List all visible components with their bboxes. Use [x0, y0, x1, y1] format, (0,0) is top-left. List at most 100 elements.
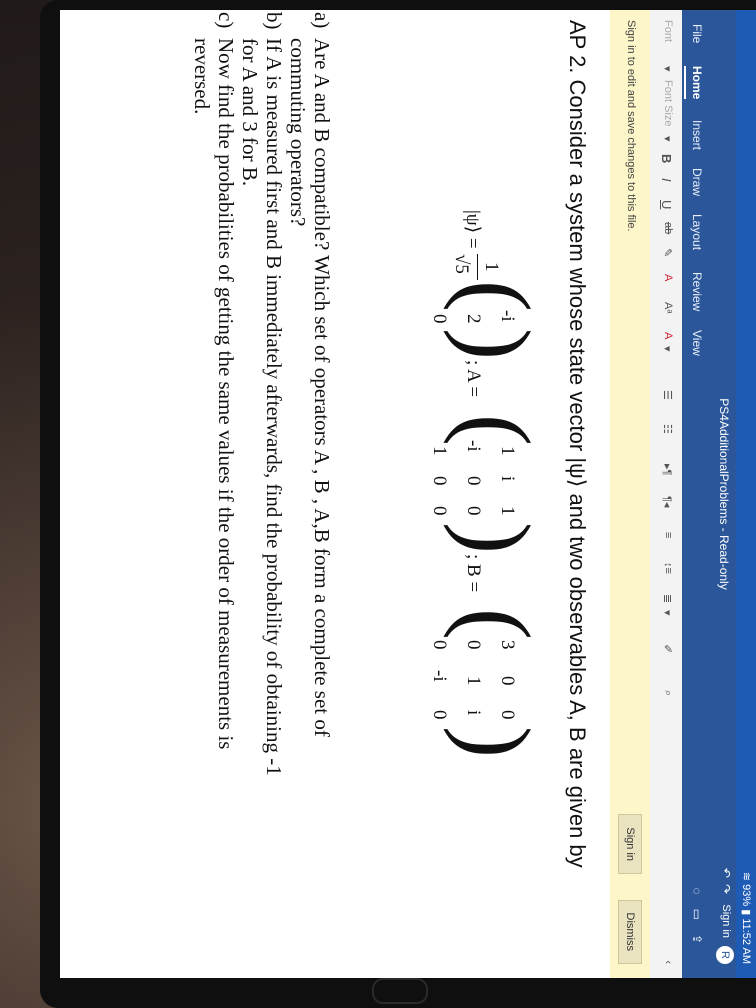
sign-in-button[interactable]: Sign in [618, 814, 642, 874]
psi-entry: -i [497, 310, 518, 322]
strikethrough-button[interactable]: ab [662, 222, 674, 234]
problem-heading: AP 2. Consider a system whose state vect… [565, 20, 590, 868]
psi-right-paren: ) [443, 328, 550, 360]
b-entry: i [463, 710, 484, 716]
underline-button[interactable]: U [659, 200, 674, 209]
italic-button[interactable]: I [659, 178, 674, 182]
battery-icon: ▮ [740, 909, 752, 916]
a-entry: -i [463, 440, 484, 452]
redo-icon[interactable]: ↷ [719, 884, 733, 900]
undo-icon[interactable]: ↶ [719, 868, 733, 884]
tablet-screen: ≋ 93% ▮ 11:52 AM PS4AdditionalProblems -… [60, 10, 756, 978]
read-only-notice: Sign in to edit and save changes to this… [609, 10, 650, 978]
b-entry: 3 [497, 640, 518, 650]
highlighter-icon[interactable]: ✎ [661, 248, 674, 257]
lightbulb-icon[interactable]: ◌ [690, 887, 704, 908]
font-color-button[interactable]: A [662, 274, 674, 281]
ribbon-right-icons: ◌▭⇪ [690, 887, 704, 958]
a-entry: 1 [497, 446, 518, 456]
frac-numerator: 1 [481, 262, 502, 272]
clock: 11:52 AM [740, 918, 752, 964]
home-button[interactable] [372, 978, 428, 1004]
battery-level: 93% [740, 884, 752, 907]
psi-entry: 0 [429, 314, 450, 324]
tab-layout[interactable]: Layout [690, 214, 704, 250]
status-indicators: ≋ 93% ▮ 11:52 AM [740, 872, 753, 964]
bold-button[interactable]: B [659, 154, 674, 163]
a-equals: ; A = [463, 360, 484, 398]
search-icon[interactable]: ⌕ [661, 690, 674, 696]
tab-insert[interactable]: Insert [690, 120, 704, 150]
align-icon[interactable]: ≡ [662, 532, 674, 538]
b-entry: 1 [463, 676, 484, 686]
question-b-line: for A and 3 for B. [238, 38, 262, 187]
b-equals: ; B = [463, 554, 484, 593]
quick-actions: ↶↷ [719, 868, 733, 900]
question-label-b: b) [262, 12, 286, 30]
tab-draw[interactable]: Draw [690, 168, 704, 196]
document-canvas[interactable]: AP 2. Consider a system whose state vect… [60, 10, 610, 978]
math-block: |ψ⟩ = 1 √5 ( -i 2 0 ) ; A = ( 1 i 1 -i 0 [386, 210, 550, 770]
wifi-icon: ≋ [740, 871, 752, 882]
a-entry: 0 [429, 476, 450, 486]
share-icon[interactable]: ⇪ [690, 934, 704, 958]
fraction-bar [477, 254, 478, 280]
numbering-icon[interactable]: ☷ [661, 424, 674, 434]
font-size-dropdown[interactable]: Font Size [662, 80, 674, 126]
psi-entry: 2 [463, 314, 484, 324]
collapse-ribbon-icon[interactable]: ‹ [662, 960, 674, 964]
a-entry: 1 [429, 446, 450, 456]
b-entry: 0 [429, 640, 450, 650]
psi-ket: |ψ⟩ = [462, 210, 483, 249]
a-entry: i [497, 476, 518, 482]
document-title: PS4AdditionalProblems - Read-only [717, 398, 731, 590]
question-label-c: c) [214, 12, 238, 29]
clear-format-icon[interactable]: Aᵃ [662, 302, 674, 313]
text-effects-button[interactable]: A [662, 332, 674, 339]
b-right-paren: ) [443, 726, 550, 758]
title-sign-in[interactable]: Sign in [720, 904, 732, 938]
status-bar: ≋ 93% ▮ 11:52 AM [736, 10, 756, 978]
text-effects-arrow[interactable]: ▾ [661, 346, 674, 352]
font-size-dropdown-arrow[interactable]: ▾ [661, 66, 674, 72]
tab-file[interactable]: File [690, 24, 704, 43]
ribbon-tabs: File Home Insert Draw Layout Review View… [682, 10, 712, 978]
b-entry: 0 [429, 710, 450, 720]
question-a-line: commuting operators? [286, 38, 310, 227]
word-app: ≋ 93% ▮ 11:52 AM PS4AdditionalProblems -… [60, 10, 756, 978]
line-spacing-icon[interactable]: ↕≡ [662, 562, 674, 574]
b-left-paren: ( [443, 608, 550, 640]
question-b-line: If A is measured first and B immediately… [262, 38, 286, 776]
b-entry: 0 [497, 710, 518, 720]
a-entry: 0 [463, 476, 484, 486]
tab-home[interactable]: Home [684, 66, 704, 100]
ltr-icon[interactable]: ▸¶ [661, 464, 674, 475]
b-entry: 0 [463, 640, 484, 650]
question-c-line: Now find the probabilities of getting th… [214, 38, 238, 750]
frac-denominator: √5 [451, 254, 472, 274]
bullets-icon[interactable]: ☰ [661, 390, 674, 400]
dismiss-button[interactable]: Dismiss [618, 899, 642, 964]
font-size-arrow[interactable]: ▾ [661, 136, 674, 142]
rtl-icon[interactable]: ¶◂ [661, 496, 674, 507]
device-background: ≋ 93% ▮ 11:52 AM PS4AdditionalProblems -… [0, 0, 756, 1008]
psi-left-paren: ( [443, 280, 550, 312]
a-right-paren: ) [443, 522, 550, 554]
a-entry: 0 [463, 506, 484, 516]
format-painter-icon[interactable]: ✐ [661, 644, 674, 653]
b-entry: -i [429, 670, 450, 682]
tab-review[interactable]: Review [690, 272, 704, 311]
avatar[interactable]: R [716, 946, 734, 964]
tab-view[interactable]: View [690, 330, 704, 356]
comment-icon[interactable]: ▭ [690, 909, 704, 934]
styles-icon[interactable]: ≣ [661, 594, 674, 603]
question-label-a: a) [310, 12, 334, 29]
question-c-line: reversed. [190, 38, 214, 115]
styles-arrow[interactable]: ▾ [661, 610, 674, 616]
a-entry: 0 [429, 506, 450, 516]
font-dropdown[interactable]: Font [662, 20, 674, 42]
a-entry: 1 [497, 506, 518, 516]
b-entry: 0 [497, 676, 518, 686]
notice-text: Sign in to edit and save changes to this… [625, 20, 637, 232]
ribbon-toolbar: Font ▾ Font Size ▾ B I U ab ✎ A Aᵃ A ▾ ☰… [649, 10, 682, 978]
